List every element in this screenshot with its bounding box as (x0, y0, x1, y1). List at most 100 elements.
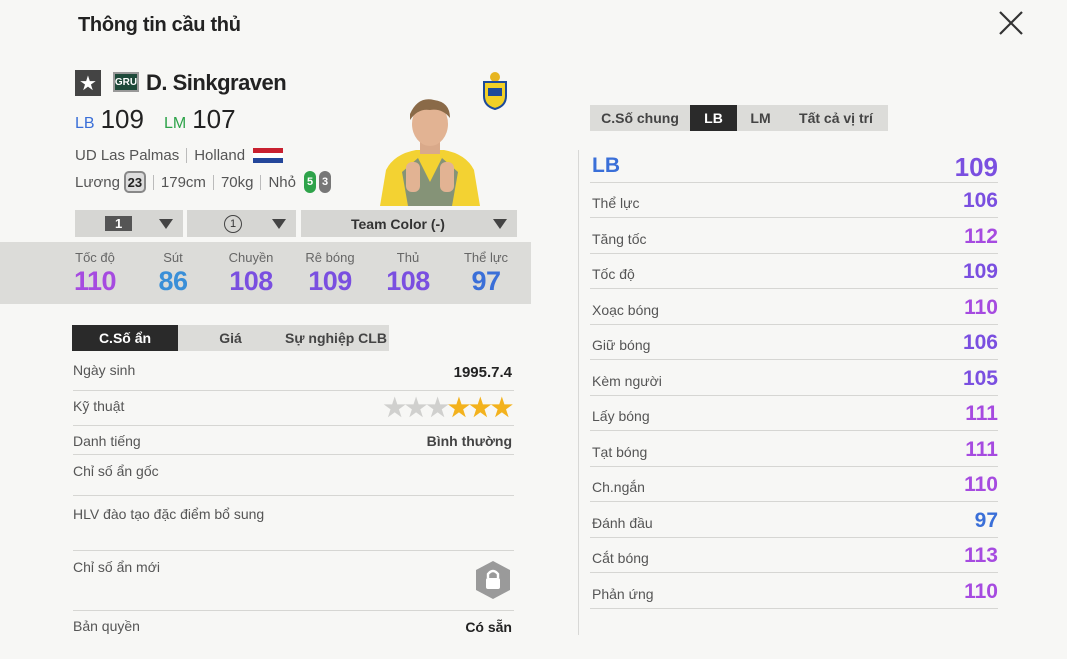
attribute-value: 111 (965, 402, 998, 425)
attribute-label: Tốc độ (592, 266, 635, 282)
close-icon[interactable] (994, 6, 1028, 40)
position-rating: 109 (100, 104, 144, 134)
stat-defending: Thủ 108 (373, 250, 443, 297)
level-select[interactable]: 1 (75, 210, 183, 237)
attribute-row: Ch.ngắn 110 (590, 467, 998, 502)
club-nation-row: UD Las Palmas Holland (75, 147, 284, 164)
attribute-label: Tăng tốc (592, 231, 647, 247)
stat-label: Chuyền (228, 250, 274, 265)
player-name: D. Sinkgraven (146, 70, 287, 95)
hidden-original-row: Chỉ số ẩn gốc (73, 463, 514, 496)
salary-badge: 23 (123, 171, 146, 193)
coach-training-label: HLV đào tạo đặc điểm bổ sung (73, 506, 265, 522)
tab-hidden-stats[interactable]: C.Số ẩn (72, 325, 178, 351)
lock-icon[interactable] (474, 559, 512, 604)
attribute-value: 106 (962, 189, 998, 212)
stat-label: Sút (163, 250, 183, 265)
attribute-label: Cắt bóng (592, 550, 649, 566)
stat-physical: Thể lực 97 (451, 250, 521, 297)
height: 179cm (160, 173, 206, 191)
left-foot-icon: 5 (304, 171, 316, 193)
fame-row: Danh tiếng Bình thường (73, 433, 514, 455)
stat-pace: Tốc độ 110 (60, 250, 130, 297)
tab-all-positions[interactable]: Tất cả vị trí (784, 105, 888, 131)
position-label: LB (75, 115, 95, 132)
tab-lm[interactable]: LM (737, 105, 784, 131)
position-rating: 107 (192, 104, 236, 134)
netherlands-flag-icon (253, 147, 284, 164)
stat-passing: Chuyền 108 (216, 250, 286, 297)
nation-name: Holland (194, 147, 246, 164)
skill-stars-icon: ★★★★★★ (383, 394, 514, 422)
favorite-star-icon[interactable]: ★ (75, 70, 101, 96)
attribute-value: 97 (974, 509, 998, 532)
position-header-label: LB (592, 154, 620, 177)
birthday-label: Ngày sinh (73, 362, 136, 378)
chevron-down-icon (272, 218, 286, 229)
stat-label: Rê bóng (305, 250, 355, 265)
right-foot-icon: 3 (319, 171, 331, 193)
tab-club-career[interactable]: Sự nghiệp CLB (283, 325, 389, 351)
season-badge: GRU (113, 72, 139, 92)
tab-general-stats[interactable]: C.Số chung (590, 105, 690, 131)
weight: 70kg (220, 173, 254, 191)
level-value: 1 (105, 216, 133, 231)
attribute-label: Xoạc bóng (592, 302, 659, 318)
position-header-value: 109 (954, 152, 998, 182)
attribute-value: 110 (964, 580, 998, 603)
physical-row: Lương 23 179cm 70kg Nhỏ 5 3 (75, 171, 331, 193)
birthday-value: 1995.7.4 (453, 364, 512, 381)
attribute-row: Tạt bóng 111 (590, 432, 998, 467)
attribute-row: Phản ứng 110 (590, 574, 998, 609)
attribute-row: Cắt bóng 113 (590, 538, 998, 573)
attribute-row: Giữ bóng 106 (590, 325, 998, 360)
stat-label: Thể lực (463, 250, 509, 265)
attribute-row: Tốc độ 109 (590, 254, 998, 289)
summary-stats: Tốc độ 110 Sút 86 Chuyền 108 Rê bóng 109… (0, 242, 531, 304)
salary-label: Lương (75, 173, 120, 191)
position-ratings: LB 109 LM 107 (75, 104, 250, 135)
fame-label: Danh tiếng (73, 433, 141, 449)
stat-label: Tốc độ (75, 250, 115, 265)
attribute-value: 109 (962, 260, 998, 283)
chevron-down-icon (493, 218, 507, 229)
team-color-value: Team Color (-) (351, 215, 445, 232)
position-header-row: LB 109 (590, 148, 998, 183)
attribute-value: 110 (964, 473, 998, 496)
page-title: Thông tin cầu thủ (78, 14, 241, 36)
grade-select[interactable]: 1 (187, 210, 296, 237)
hidden-original-label: Chỉ số ẩn gốc (73, 463, 159, 479)
attribute-label: Giữ bóng (592, 337, 651, 353)
grade-value: 1 (224, 214, 242, 233)
chevron-down-icon (159, 218, 173, 229)
build: Nhỏ (268, 173, 296, 191)
attribute-label: Lấy bóng (592, 408, 650, 424)
tab-lb[interactable]: LB (690, 105, 737, 131)
stat-value: 108 (229, 266, 273, 296)
attribute-value: 105 (962, 367, 998, 390)
team-color-select[interactable]: Team Color (-) (301, 210, 517, 237)
skill-row: Kỹ thuật ★★★★★★ (73, 394, 514, 426)
attribute-value: 111 (965, 438, 998, 461)
birthday-row: Ngày sinh 1995.7.4 (73, 362, 514, 391)
stat-value: 86 (158, 266, 188, 296)
attribute-label: Phản ứng (592, 586, 654, 602)
position-tabs: C.Số chung LB LM Tất cả vị trí (590, 105, 888, 131)
attribute-value: 113 (964, 544, 998, 567)
stat-value: 109 (308, 266, 352, 296)
skill-label: Kỹ thuật (73, 398, 125, 414)
attribute-label: Kèm người (592, 373, 662, 389)
hidden-new-row: Chỉ số ẩn mới (73, 559, 514, 611)
club-crest-icon (481, 70, 509, 111)
tab-price[interactable]: Giá (178, 325, 283, 351)
coach-training-row: HLV đào tạo đặc điểm bổ sung (73, 506, 514, 551)
attribute-value: 110 (964, 296, 998, 319)
attribute-row: Thể lực 106 (590, 183, 998, 218)
club-name: UD Las Palmas (75, 147, 180, 164)
hidden-new-label: Chỉ số ẩn mới (73, 559, 160, 575)
stat-label: Thủ (396, 250, 420, 265)
divider (578, 150, 579, 635)
attribute-label: Ch.ngắn (592, 479, 645, 495)
stat-dribbling: Rê bóng 109 (295, 250, 365, 297)
license-label: Bản quyền (73, 618, 140, 634)
